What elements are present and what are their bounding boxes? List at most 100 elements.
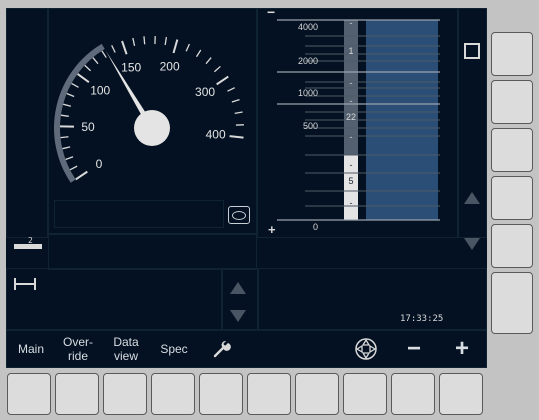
- gradient-bar: [14, 244, 42, 249]
- override-label-1: Over-: [63, 335, 93, 349]
- message-scroll-down-icon[interactable]: [228, 308, 248, 324]
- speed-scale-label: 50: [81, 120, 95, 134]
- speed-tick: [205, 57, 212, 65]
- speed-tick: [101, 50, 107, 58]
- speed-tick: [227, 87, 235, 92]
- gradient-indicator: 2: [14, 236, 42, 250]
- bottom-softkey[interactable]: [55, 373, 99, 415]
- speed-tick: [111, 45, 116, 53]
- right-softkey-3[interactable]: [491, 128, 533, 172]
- dataview-button[interactable]: Data view: [102, 330, 150, 368]
- spec-button[interactable]: Spec: [150, 330, 198, 368]
- speed-tick: [172, 39, 179, 54]
- speed-tick: [234, 111, 243, 115]
- speed-tick: [60, 136, 69, 139]
- speed-tick: [76, 73, 90, 83]
- bottom-softkey[interactable]: [151, 373, 195, 415]
- speed-tick: [92, 57, 99, 65]
- bottom-softkey[interactable]: [199, 373, 243, 415]
- speed-tick: [132, 37, 136, 46]
- speed-tick: [62, 146, 71, 150]
- plus-button[interactable]: +: [438, 330, 486, 368]
- square-icon[interactable]: [464, 43, 480, 59]
- speed-tick: [71, 82, 79, 88]
- speed-tick: [75, 170, 88, 181]
- bottom-softkey[interactable]: [295, 373, 339, 415]
- left-column-area: [6, 8, 48, 238]
- bottom-softkey[interactable]: [439, 373, 483, 415]
- ellipse-icon: [232, 210, 246, 220]
- spec-label: Spec: [160, 342, 188, 356]
- speed-scale-label: 150: [121, 60, 141, 74]
- main-label: Main: [17, 342, 44, 356]
- speed-tick: [195, 49, 202, 58]
- speed-profile-label: -: [350, 78, 353, 88]
- bottom-softkey[interactable]: [103, 373, 147, 415]
- speed-profile-label: -: [350, 198, 353, 208]
- speed-tick: [185, 43, 191, 52]
- target-icon: [355, 338, 377, 360]
- dmi-panel: 0 50 100 150 200 300 400 2 − + - 1 - - 22 - - 5 - 4000…: [6, 4, 487, 368]
- main-button[interactable]: Main: [8, 330, 54, 368]
- message-scroll-up-icon[interactable]: [228, 280, 248, 296]
- right-softkey-6[interactable]: [491, 272, 533, 334]
- speed-scale-label: 200: [160, 59, 180, 73]
- speed-profile-label: 22: [346, 112, 356, 122]
- distance-label: 1000: [297, 88, 318, 98]
- speed-tick: [229, 135, 244, 139]
- empty-menu-button: [246, 330, 294, 368]
- bottom-softkey[interactable]: [391, 373, 435, 415]
- train-button[interactable]: [342, 330, 390, 368]
- supervision-info-area: [48, 234, 257, 270]
- bottom-softkey[interactable]: [7, 373, 51, 415]
- speed-tick: [84, 64, 92, 72]
- speedometer: 0 50 100 150 200 300 400: [54, 36, 244, 183]
- override-label-2: ride: [67, 349, 88, 363]
- speed-profile-label: -: [350, 96, 353, 106]
- mode-icon[interactable]: [228, 206, 250, 224]
- speed-hub: [134, 110, 170, 146]
- speed-tick: [213, 65, 221, 73]
- minus-label: −: [406, 335, 421, 362]
- dataview-label-1: Data: [113, 335, 139, 349]
- speed-tick: [216, 75, 229, 86]
- bottom-softkey[interactable]: [247, 373, 291, 415]
- track-icon: [14, 276, 40, 292]
- speed-tick: [69, 165, 78, 171]
- override-button[interactable]: Over- ride: [54, 330, 102, 368]
- speed-tick: [60, 114, 69, 117]
- wrench-icon: [213, 340, 231, 358]
- speed-tick: [62, 103, 72, 107]
- speed-scale-label: 400: [206, 128, 226, 142]
- message-area: [258, 268, 487, 330]
- speed-scale-label: 100: [90, 83, 110, 97]
- speed-tick: [143, 36, 146, 45]
- right-softkey-2[interactable]: [491, 80, 533, 124]
- right-softkey-4[interactable]: [491, 176, 533, 220]
- scroll-up-icon[interactable]: [462, 190, 482, 206]
- right-softkey-5[interactable]: [491, 224, 533, 268]
- speed-tick: [66, 92, 75, 98]
- plus-label: +: [454, 335, 469, 362]
- speed-profile-label: 1: [348, 46, 353, 56]
- speed-tick: [231, 98, 240, 103]
- speed-profile-label: 5: [348, 176, 353, 186]
- dataview-label-2: view: [113, 349, 138, 363]
- speed-profile-label: -: [350, 160, 353, 170]
- settings-button[interactable]: [198, 330, 246, 368]
- scroll-down-icon[interactable]: [462, 236, 482, 252]
- distance-label: 500: [302, 121, 318, 131]
- speed-profile-label: -: [350, 132, 353, 142]
- speed-tick: [65, 156, 74, 161]
- speed-profile-label: -: [350, 18, 353, 28]
- distance-label: 2000: [297, 56, 318, 66]
- clock: 17:33:25: [400, 314, 444, 324]
- bottom-softkey[interactable]: [343, 373, 387, 415]
- speed-scale-label: 0: [96, 157, 103, 171]
- minus-button[interactable]: −: [390, 330, 438, 368]
- distance-label: 0: [312, 222, 318, 232]
- speed-tick: [164, 37, 168, 46]
- right-softkey-1[interactable]: [491, 32, 533, 76]
- distance-label: 4000: [297, 22, 318, 32]
- speed-tick: [121, 40, 128, 55]
